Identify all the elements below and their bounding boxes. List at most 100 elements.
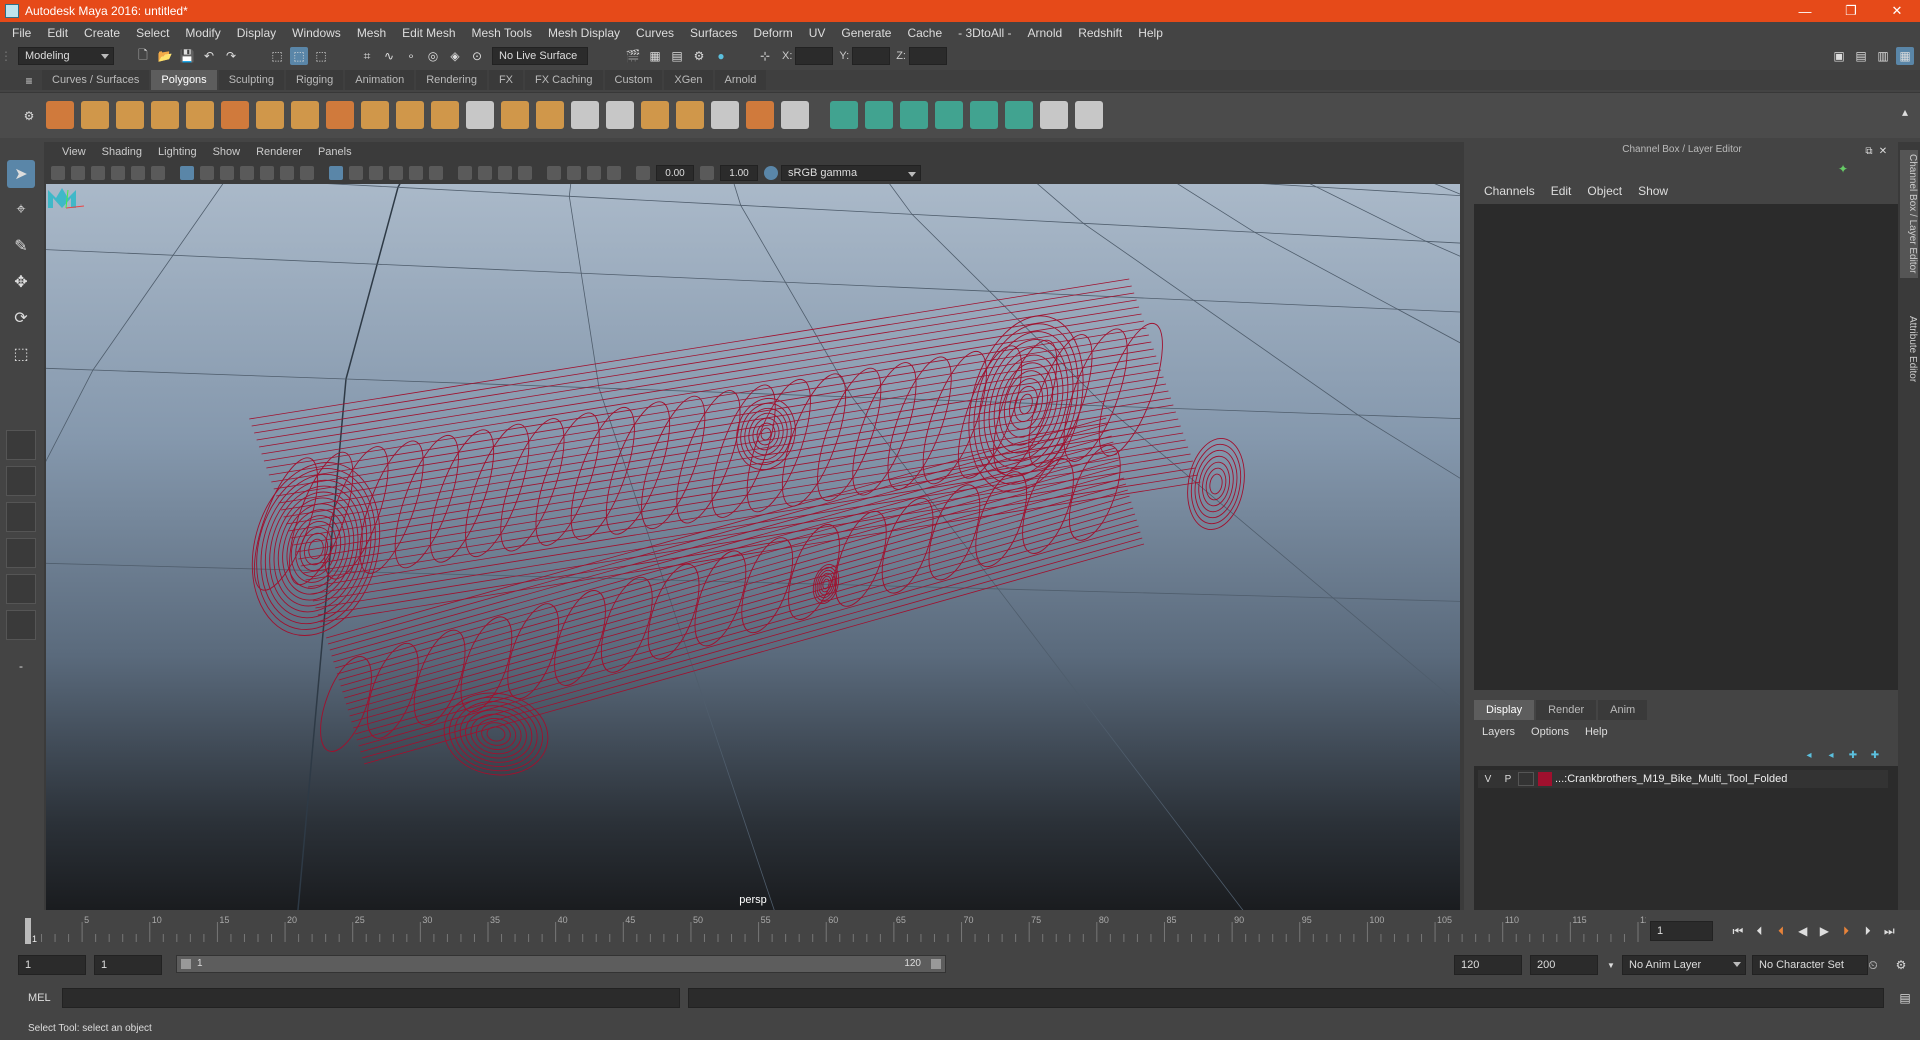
animation-end-field[interactable]: 200 — [1530, 955, 1598, 975]
motion-blur-icon[interactable] — [478, 166, 492, 180]
character-set-dropdown[interactable]: No Character Set — [1752, 955, 1868, 975]
input-mode-icon[interactable]: ⊹ — [756, 47, 774, 65]
layer-display-type-toggle[interactable] — [1518, 772, 1534, 786]
menu-edit-mesh[interactable]: Edit Mesh — [394, 26, 463, 40]
minimize-button[interactable]: — — [1782, 0, 1828, 22]
menu-arnold[interactable]: Arnold — [1020, 26, 1071, 40]
viewport-menu-view[interactable]: View — [54, 146, 94, 158]
display-layer-row[interactable]: V P ...:Crankbrothers_M19_Bike_Multi_Too… — [1478, 770, 1888, 788]
playback-end-field[interactable]: 120 — [1454, 955, 1522, 975]
gamma-field[interactable]: 1.00 — [720, 165, 758, 181]
target-weld-icon[interactable] — [676, 101, 704, 129]
unfold-icon[interactable] — [1005, 101, 1033, 129]
four-view-layout-icon[interactable] — [6, 466, 36, 496]
menu-create[interactable]: Create — [76, 26, 128, 40]
shelf-settings-icon[interactable]: ⚙ — [20, 107, 38, 125]
range-end-handle[interactable] — [931, 959, 941, 969]
layout-uv-icon[interactable] — [1040, 101, 1068, 129]
new-scene-icon[interactable]: 🗋 — [134, 47, 152, 65]
time-slider-ruler[interactable]: 5 10 15 20 25 30 35 40 45 50 55 60 65 70 75 80 85 90 95 100… — [20, 912, 1646, 946]
layer-playback-toggle[interactable]: P — [1498, 774, 1518, 785]
lasso-tool-icon[interactable]: ⌖ — [7, 196, 35, 224]
smooth-shade-icon[interactable] — [349, 166, 363, 180]
gate-mask-icon[interactable] — [240, 166, 254, 180]
menu-cache[interactable]: Cache — [899, 26, 950, 40]
maximize-button[interactable]: ❐ — [1828, 0, 1874, 22]
shelf-tab-fx[interactable]: FX — [488, 70, 524, 90]
current-frame-marker[interactable] — [25, 918, 31, 944]
bookmark-icon[interactable] — [91, 166, 105, 180]
channel-box-toggle-icon[interactable]: ▦ — [1896, 47, 1914, 65]
grid-toggle-icon[interactable] — [180, 166, 194, 180]
planar-map-icon[interactable] — [865, 101, 893, 129]
attribute-editor-toggle-icon[interactable]: ▤ — [1852, 47, 1870, 65]
shelf-tab-fx-caching[interactable]: FX Caching — [525, 70, 603, 90]
channel-box-area[interactable] — [1474, 204, 1898, 690]
shelf-tab-custom[interactable]: Custom — [604, 70, 663, 90]
xray-joints-icon[interactable] — [587, 166, 601, 180]
extract-icon[interactable] — [466, 101, 494, 129]
viewport-menu-renderer[interactable]: Renderer — [248, 146, 310, 158]
step-back-key-icon[interactable]: ⏴ — [1770, 922, 1792, 940]
poly-sphere-icon[interactable] — [46, 101, 74, 129]
open-scene-icon[interactable]: 📂 — [156, 47, 174, 65]
close-panel-icon[interactable]: ✕ — [1874, 142, 1892, 160]
wedge-icon[interactable] — [746, 101, 774, 129]
exposure-icon[interactable] — [636, 166, 650, 180]
go-to-start-icon[interactable]: ⏮ — [1727, 922, 1749, 940]
animation-preferences-icon[interactable]: ⚙ — [1892, 956, 1910, 974]
persp-graph-layout-icon[interactable] — [6, 538, 36, 568]
smooth-icon[interactable] — [396, 101, 424, 129]
layer-menu-layers[interactable]: Layers — [1482, 726, 1523, 738]
perspective-viewport[interactable]: persp — [46, 184, 1460, 910]
bevel-icon[interactable] — [571, 101, 599, 129]
tab-attribute-editor[interactable]: Attribute Editor — [1900, 312, 1918, 386]
bridge-icon[interactable] — [501, 101, 529, 129]
poly-cone-icon[interactable] — [151, 101, 179, 129]
color-management-icon[interactable] — [764, 166, 778, 180]
field-chart-icon[interactable] — [260, 166, 274, 180]
step-back-icon[interactable]: ⏴ — [1749, 922, 1771, 940]
select-object-icon[interactable]: ⬚ — [290, 47, 308, 65]
mirror-icon[interactable] — [781, 101, 809, 129]
command-language-label[interactable]: MEL — [28, 992, 51, 1004]
snap-live-icon[interactable]: ⊙ — [468, 47, 486, 65]
shelf-tab-curves-surfaces[interactable]: Curves / Surfaces — [42, 70, 150, 90]
view-transform-dropdown[interactable]: sRGB gamma — [781, 165, 921, 181]
current-frame-field[interactable]: 1 — [1650, 921, 1714, 941]
step-forward-key-icon[interactable]: ⏵ — [1835, 922, 1857, 940]
menu-curves[interactable]: Curves — [628, 26, 682, 40]
auto-key-icon[interactable]: ⏲ — [1864, 956, 1882, 974]
channel-box-menu-channels[interactable]: Channels — [1476, 184, 1543, 198]
move-tool-icon[interactable]: ✥ — [7, 268, 35, 296]
fill-hole-icon[interactable] — [711, 101, 739, 129]
viewport-canvas[interactable] — [46, 184, 1460, 910]
menu-uv[interactable]: UV — [801, 26, 834, 40]
render-settings-icon[interactable]: ⚙ — [690, 47, 708, 65]
wireframe-on-shaded-icon[interactable] — [369, 166, 383, 180]
shadows-icon[interactable] — [429, 166, 443, 180]
safe-title-icon[interactable] — [300, 166, 314, 180]
shelf-tab-xgen[interactable]: XGen — [664, 70, 713, 90]
snap-view-icon[interactable]: ◎ — [424, 47, 442, 65]
poly-torus-icon[interactable] — [221, 101, 249, 129]
move-layer-up-icon[interactable]: ◂ — [1800, 746, 1818, 764]
move-layer-down-icon[interactable]: ◂ — [1822, 746, 1840, 764]
menu-modify[interactable]: Modify — [177, 26, 228, 40]
channel-box-options-icon[interactable]: ✦ — [1834, 160, 1852, 178]
paint-select-tool-icon[interactable]: ✎ — [7, 232, 35, 260]
channel-box-menu-edit[interactable]: Edit — [1543, 184, 1580, 198]
live-surface-field[interactable]: No Live Surface — [492, 47, 588, 65]
xray-components-icon[interactable] — [607, 166, 621, 180]
modeling-toolkit-icon[interactable]: ▣ — [1830, 47, 1848, 65]
menu-redshift[interactable]: Redshift — [1070, 26, 1130, 40]
isolate-select-icon[interactable] — [547, 166, 561, 180]
go-to-end-icon[interactable]: ⏭ — [1878, 922, 1900, 940]
save-scene-icon[interactable]: 💾 — [178, 47, 196, 65]
scale-tool-icon[interactable]: ⬚ — [7, 340, 35, 368]
combine-icon[interactable] — [326, 101, 354, 129]
menu-windows[interactable]: Windows — [284, 26, 349, 40]
new-layer-icon[interactable]: ✚ — [1844, 746, 1862, 764]
play-backwards-icon[interactable]: ◀ — [1792, 922, 1814, 940]
separate-icon[interactable] — [361, 101, 389, 129]
